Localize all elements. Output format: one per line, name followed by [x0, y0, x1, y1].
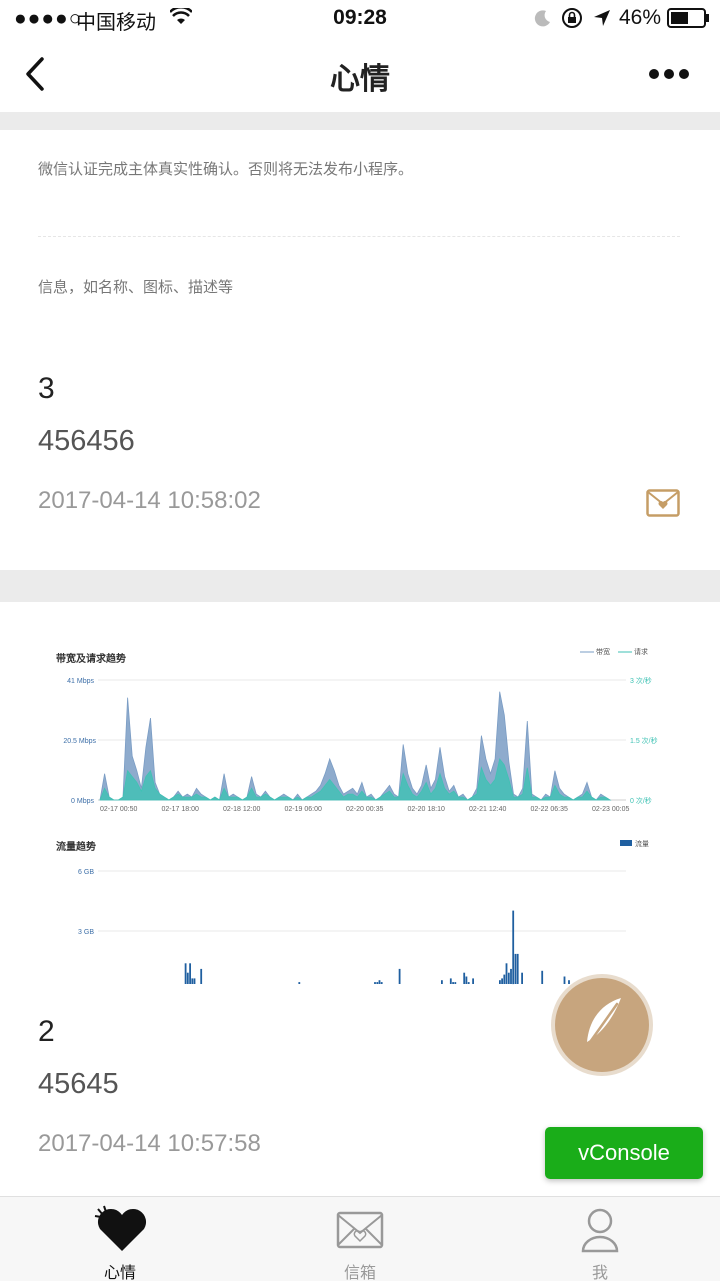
tip-text: 信息，如名称、图标、描述等 — [38, 278, 234, 296]
y-tick: 0 Mbps — [71, 798, 94, 805]
bar — [298, 982, 301, 984]
bar — [465, 976, 468, 984]
bar — [441, 980, 443, 984]
status-bar: ●●●●○ 中国移动 09:28 46% — [0, 0, 720, 36]
bar — [200, 968, 203, 984]
bar — [189, 963, 191, 984]
post-number: 2 — [38, 1015, 55, 1048]
x-tick: 02-23 00:05 — [592, 806, 629, 813]
bar — [501, 978, 503, 984]
tab-mailbox[interactable]: 信箱 — [240, 1197, 480, 1282]
bar — [454, 982, 457, 984]
legend-requests: 请求 — [634, 647, 648, 656]
bar — [568, 980, 570, 984]
tab-mood[interactable]: 心情 — [0, 1197, 240, 1282]
nav-bar: 心情 — [0, 36, 720, 112]
legend-swatch-traffic — [620, 840, 632, 846]
legend-bandwidth: 带宽 — [596, 647, 610, 656]
write-button[interactable] — [555, 978, 649, 1072]
battery-percent: 46% — [619, 6, 662, 29]
bar — [398, 968, 401, 984]
bar — [563, 976, 566, 984]
bar — [463, 972, 466, 984]
mail-icon — [336, 1211, 384, 1249]
bar — [186, 972, 189, 984]
post-number: 3 — [38, 372, 55, 405]
bar — [374, 982, 376, 984]
x-tick: 02-22 06:35 — [531, 806, 568, 813]
bar — [499, 980, 501, 984]
bar — [505, 963, 508, 984]
user-icon — [581, 1208, 619, 1253]
bar — [503, 974, 506, 984]
tab-label: 我 — [591, 1263, 608, 1282]
x-tick: 02-17 00:50 — [100, 806, 137, 813]
bar — [193, 978, 196, 984]
bar — [184, 963, 187, 984]
page-title: 心情 — [330, 62, 390, 97]
x-tick: 02-19 06:00 — [285, 806, 322, 813]
x-tick: 02-17 18:00 — [162, 806, 199, 813]
post-timestamp: 2017-04-14 10:58:02 — [38, 487, 261, 514]
post-image: 带宽及请求趋势 带宽 请求 41 Mbps 20.5 Mbps 0 Mbps 3… — [38, 630, 678, 986]
bar — [378, 980, 381, 984]
bar — [376, 982, 379, 984]
y-tick-right: 3 次/秒 — [630, 676, 652, 685]
moon-icon — [534, 10, 550, 27]
bar — [510, 968, 512, 984]
tab-me[interactable]: 我 — [480, 1197, 720, 1282]
bar — [380, 982, 383, 984]
bar — [452, 982, 454, 984]
section-divider — [0, 570, 720, 602]
heart-icon — [94, 1205, 147, 1251]
chart-svg: 带宽 请求 41 Mbps 20.5 Mbps 0 Mbps 3 次/秒 1.5… — [56, 647, 658, 985]
bar — [191, 978, 194, 984]
tab-label: 信箱 — [343, 1263, 376, 1282]
y-tick-right: 1.5 次/秒 — [630, 736, 658, 745]
y-tick: 20.5 Mbps — [63, 738, 96, 745]
vconsole-button[interactable]: vConsole — [545, 1127, 703, 1179]
x-tick: 02-21 12:40 — [469, 806, 506, 813]
y-tick: 3 GB — [78, 929, 94, 936]
location-arrow-icon — [594, 10, 610, 26]
y-tick: 41 Mbps — [67, 678, 94, 685]
area-series-0 — [99, 691, 612, 801]
bar — [516, 953, 519, 984]
dashed-divider — [38, 236, 680, 237]
rotation-lock-icon — [562, 8, 582, 28]
bar — [514, 953, 517, 984]
bar — [472, 978, 474, 984]
bar — [507, 972, 510, 984]
clock: 09:28 — [333, 6, 387, 29]
battery-icon — [667, 8, 709, 28]
y-tick-right: 0 次/秒 — [630, 796, 652, 805]
tip-text: 微信认证完成主体真实性确认。否则将无法发布小程序。 — [38, 160, 414, 178]
bar — [467, 982, 470, 984]
feather-icon — [581, 998, 621, 1054]
x-tick: 02-20 00:35 — [346, 806, 383, 813]
bar — [521, 972, 523, 984]
bar — [541, 970, 544, 984]
section-divider — [0, 112, 720, 130]
post-content: 456456 — [38, 425, 135, 457]
x-tick: 02-18 12:00 — [223, 806, 260, 813]
tab-bar: 心情 信箱 我 — [0, 1196, 720, 1282]
x-tick: 02-20 18:10 — [408, 806, 445, 813]
more-icon[interactable] — [648, 68, 690, 80]
bar — [512, 910, 515, 985]
post-timestamp: 2017-04-14 10:57:58 — [38, 1130, 261, 1157]
legend-traffic: 流量 — [635, 839, 649, 848]
envelope-heart-icon[interactable] — [646, 489, 680, 517]
post-content: 45645 — [38, 1068, 119, 1100]
y-tick: 6 GB — [78, 869, 94, 876]
bar — [449, 978, 452, 984]
tab-label: 心情 — [103, 1263, 136, 1282]
chart-title: 流量趋势 — [56, 840, 96, 853]
